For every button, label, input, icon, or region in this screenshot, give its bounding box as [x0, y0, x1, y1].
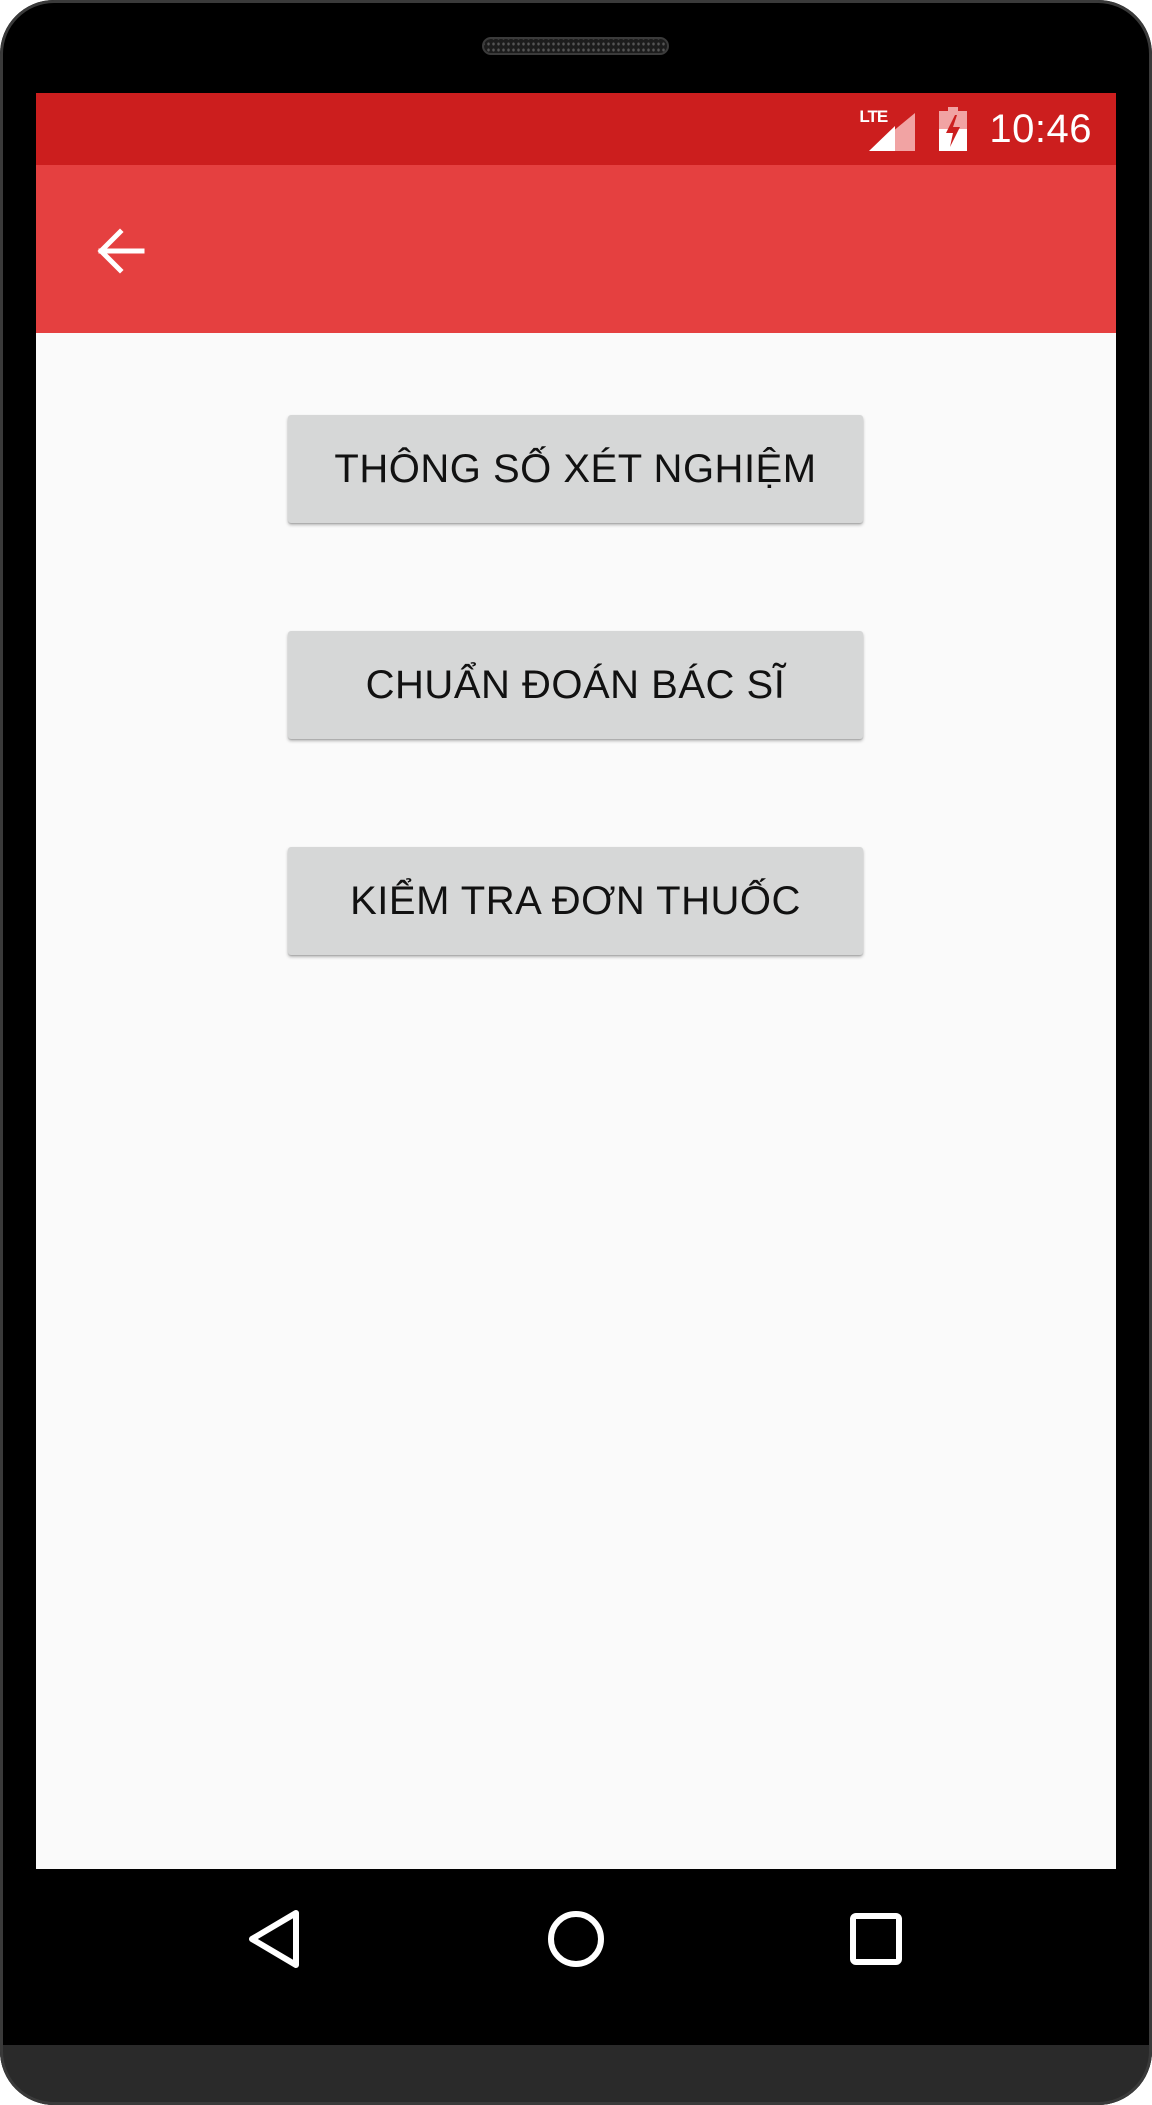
- phone-frame: LTE 10:46 THÔNG SỐ XÉT NGHIỆM CHUẨN ĐOÁN…: [0, 0, 1152, 2105]
- screen: LTE 10:46 THÔNG SỐ XÉT NGHIỆM CHUẨN ĐOÁN…: [36, 93, 1116, 1869]
- nav-home-icon[interactable]: [536, 1899, 616, 1979]
- battery-charging-icon: [939, 107, 968, 151]
- app-bar: [36, 165, 1116, 333]
- signal-icon: LTE: [859, 107, 916, 151]
- prescription-check-button[interactable]: KIỂM TRA ĐƠN THUỐC: [288, 847, 863, 955]
- lab-results-button[interactable]: THÔNG SỐ XÉT NGHIỆM: [288, 415, 863, 523]
- status-clock: 10:46: [989, 106, 1092, 151]
- earpiece-speaker: [482, 37, 669, 55]
- nav-back-icon[interactable]: [236, 1899, 316, 1979]
- doctor-diagnosis-button[interactable]: CHUẨN ĐOÁN BÁC SĨ: [288, 631, 863, 739]
- navigation-bar: [0, 1869, 1152, 2013]
- arrow-back-icon[interactable]: [94, 225, 146, 277]
- status-icons: LTE 10:46: [859, 93, 1092, 165]
- status-bar: LTE 10:46: [36, 93, 1116, 165]
- content-area: THÔNG SỐ XÉT NGHIỆM CHUẨN ĐOÁN BÁC SĨ KI…: [36, 333, 1116, 1869]
- nav-recents-icon[interactable]: [836, 1899, 916, 1979]
- phone-chin: [0, 2045, 1152, 2105]
